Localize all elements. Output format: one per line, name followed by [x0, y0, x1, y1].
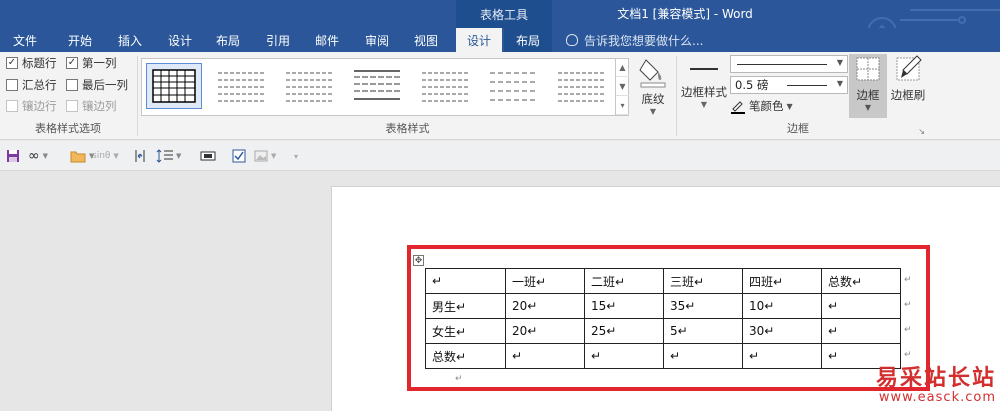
paint-bucket-icon: [639, 59, 666, 88]
tell-me-text: 告诉我您想要做什么...: [584, 33, 704, 48]
style-options-group-label: 表格样式选项: [35, 122, 101, 135]
table-style-columns[interactable]: [418, 63, 474, 109]
gallery-more-icon[interactable]: ▾: [616, 96, 629, 115]
folder-icon[interactable]: ▼: [70, 148, 94, 164]
border-line-icon: [690, 68, 718, 70]
border-painter-icon: [896, 55, 922, 81]
line-weight-select[interactable]: 0.5 磅 ▼: [730, 76, 848, 94]
dropdown-arrow-icon: ▼: [836, 58, 843, 67]
watermark-url: www.easck.com: [878, 390, 996, 405]
tab-layout[interactable]: 布局: [205, 28, 251, 52]
group-divider: [676, 56, 677, 136]
tab-mailings[interactable]: 邮件: [304, 28, 350, 52]
table-style-grid[interactable]: [146, 63, 202, 109]
ribbon-panel: ✓ 标题行 ✓ 第一列 汇总行 最后一列 镶边行 镶边列 表格样式选项 ▲ ▼ …: [0, 52, 1000, 140]
tab-references[interactable]: 引用: [255, 28, 301, 52]
save-icon[interactable]: [6, 148, 20, 164]
pen-color-button[interactable]: 笔颜色 ▼: [730, 98, 793, 114]
table-style-light[interactable]: [214, 63, 270, 109]
table-style-dashed[interactable]: [554, 63, 610, 109]
tab-table-layout[interactable]: 布局: [504, 28, 552, 52]
scroll-up-icon[interactable]: ▲: [616, 58, 629, 77]
first-column-checkbox[interactable]: ✓ 第一列: [66, 55, 117, 71]
equation-icon[interactable]: sinθ ▼: [92, 148, 119, 164]
border-painter-button[interactable]: 边框刷: [888, 54, 928, 103]
banded-rows-checkbox[interactable]: 镶边行: [6, 98, 57, 114]
borders-icon: [856, 57, 880, 81]
gallery-scroll-buttons: ▲ ▼ ▾: [615, 58, 629, 116]
table-styles-gallery: [141, 58, 629, 116]
tab-file[interactable]: 文件: [0, 28, 50, 52]
decorative-circuit-icon: [867, 9, 1000, 28]
quick-access-toolbar: ∞ ▼ ▼ sinθ ▼ ▼ ▼ ▾: [0, 141, 1000, 171]
dropdown-arrow-icon: ▼: [700, 100, 708, 109]
dropdown-arrow-icon: ▼: [864, 103, 872, 112]
watermark: 易采站长站 www.easck.com: [876, 360, 996, 405]
borders-button[interactable]: 边框 ▼: [849, 54, 887, 118]
header-row-checkbox[interactable]: ✓ 标题行: [6, 55, 57, 71]
tab-review[interactable]: 审阅: [354, 28, 400, 52]
tab-view[interactable]: 视图: [403, 28, 449, 52]
dropdown-arrow-icon: ▼: [786, 101, 793, 111]
checkmark-icon: ✓: [6, 57, 18, 69]
tell-me-search[interactable]: 告诉我您想要做什么...: [566, 28, 703, 52]
tab-home[interactable]: 开始: [57, 28, 103, 52]
total-row-checkbox[interactable]: 汇总行: [6, 77, 57, 93]
tab-table-design[interactable]: 设计: [456, 28, 502, 52]
border-styles-button[interactable]: 边框样式 ▼: [680, 54, 728, 109]
table-styles-group-label: 表格样式: [385, 122, 430, 135]
table-style-sparse[interactable]: [486, 63, 542, 109]
table-style-plain[interactable]: [282, 63, 338, 109]
infinity-icon[interactable]: ∞ ▼: [28, 148, 48, 164]
table-style-lines[interactable]: [350, 63, 406, 109]
customize-qat-icon[interactable]: ▾: [294, 148, 298, 164]
dropdown-arrow-icon: ▼: [649, 107, 657, 116]
pen-icon: [731, 101, 745, 114]
checkbox-icon[interactable]: [232, 148, 246, 164]
last-column-checkbox[interactable]: 最后一列: [66, 77, 128, 93]
tab-insert[interactable]: 插入: [107, 28, 153, 52]
checkmark-icon: ✓: [66, 57, 78, 69]
shading-button[interactable]: 底纹 ▼: [634, 54, 672, 116]
banded-columns-checkbox[interactable]: 镶边列: [66, 98, 117, 114]
line-spacing-icon[interactable]: ▼: [156, 148, 181, 164]
tab-design[interactable]: 设计: [157, 28, 203, 52]
highlight-frame: [407, 245, 930, 391]
borders-group-label: 边框: [787, 122, 809, 135]
line-style-select[interactable]: ▼: [730, 55, 848, 73]
column-width-icon[interactable]: [134, 148, 152, 164]
picture-icon[interactable]: ▼: [254, 148, 276, 164]
group-divider: [137, 56, 138, 136]
watermark-text: 易采站长站: [875, 365, 996, 391]
scroll-down-icon[interactable]: ▼: [616, 77, 629, 96]
ribbon-tab-row: 文件 开始 插入 设计 布局 引用 邮件 审阅 视图 设计 布局 告诉我您想要做…: [0, 28, 1000, 52]
lightbulb-icon: [566, 34, 578, 46]
textbox-icon[interactable]: [200, 148, 216, 164]
dialog-launcher-icon[interactable]: ↘: [918, 127, 925, 136]
title-bar: 表格工具 文档1 [兼容模式] - Word: [0, 0, 1000, 28]
dropdown-arrow-icon: ▼: [836, 79, 843, 88]
